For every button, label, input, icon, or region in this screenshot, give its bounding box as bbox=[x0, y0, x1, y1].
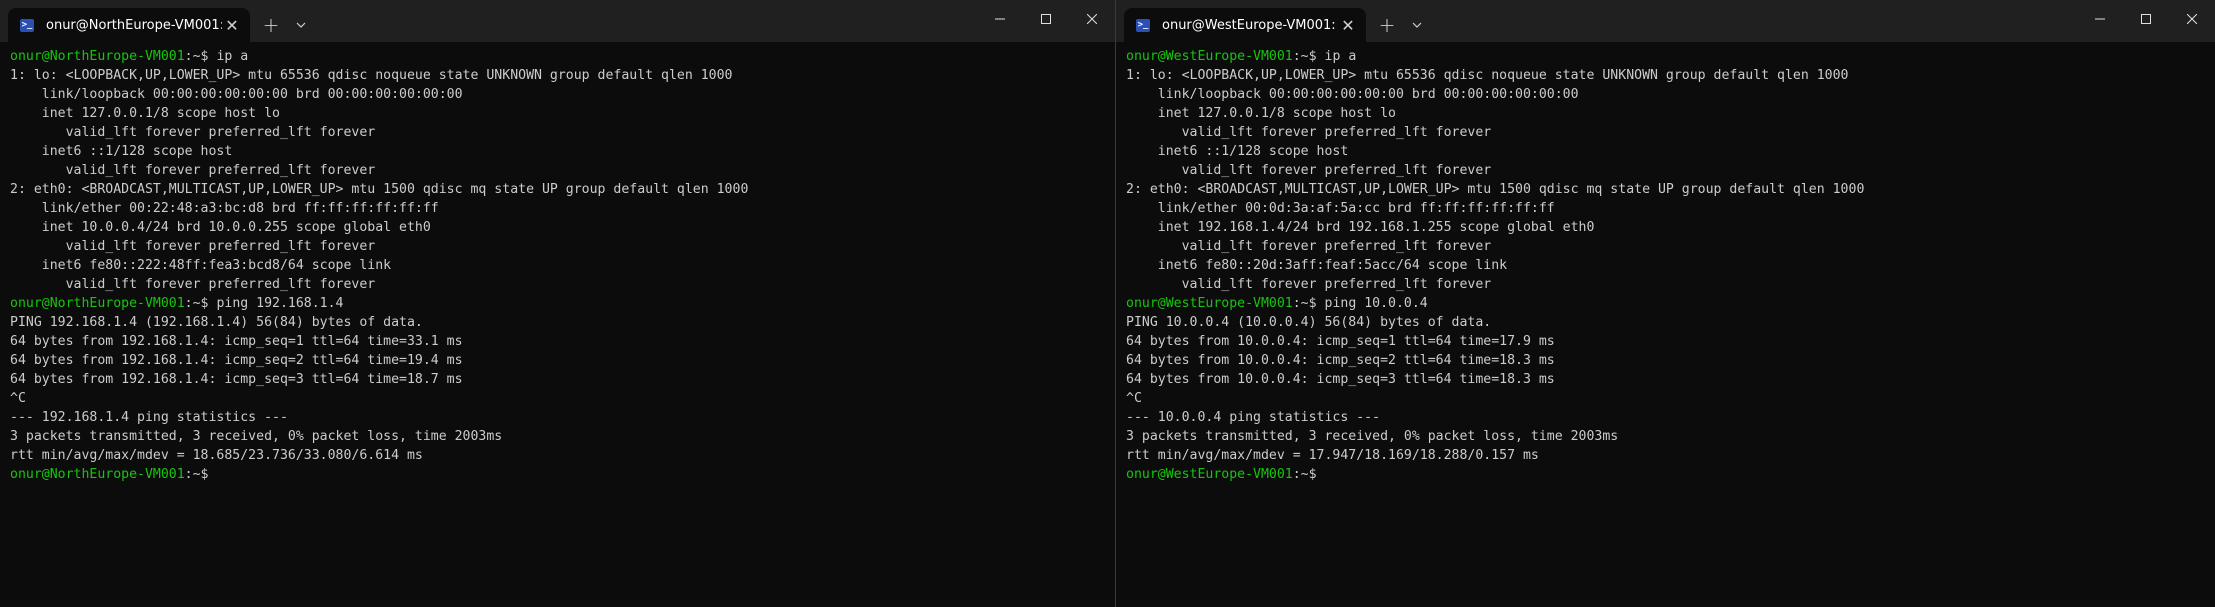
tab-title: onur@NorthEurope-VM001: ~ bbox=[46, 17, 222, 33]
output-line: 3 packets transmitted, 3 received, 0% pa… bbox=[10, 429, 503, 444]
output-line: valid_lft forever preferred_lft forever bbox=[10, 163, 376, 178]
output-line: valid_lft forever preferred_lft forever bbox=[10, 239, 376, 254]
output-line: ^C bbox=[10, 391, 26, 406]
terminal-window-north: >_ onur@NorthEurope-VM001: ~ ✕ + onur@No… bbox=[0, 0, 1116, 607]
output-line: PING 10.0.0.4 (10.0.0.4) 56(84) bytes of… bbox=[1126, 315, 1492, 330]
output-line: ^C bbox=[1126, 391, 1142, 406]
command-text: ping 192.168.1.4 bbox=[208, 296, 344, 311]
output-line: inet6 ::1/128 scope host bbox=[1126, 144, 1349, 159]
terminal-output[interactable]: onur@WestEurope-VM001:~$ ip a 1: lo: <LOO… bbox=[1116, 42, 2215, 607]
prompt-user-host: onur@NorthEurope-VM001 bbox=[10, 467, 185, 482]
prompt-user-host: onur@WestEurope-VM001 bbox=[1126, 49, 1293, 64]
prompt-user-host: onur@WestEurope-VM001 bbox=[1126, 296, 1293, 311]
title-bar: >_ onur@WestEurope-VM001: ~ ✕ + bbox=[1116, 0, 2215, 42]
output-line: 64 bytes from 10.0.0.4: icmp_seq=2 ttl=6… bbox=[1126, 353, 1555, 368]
output-line: --- 10.0.0.4 ping statistics --- bbox=[1126, 410, 1381, 425]
output-line: rtt min/avg/max/mdev = 18.685/23.736/33.… bbox=[10, 448, 423, 463]
output-line: valid_lft forever preferred_lft forever bbox=[1126, 277, 1492, 292]
output-line: 64 bytes from 192.168.1.4: icmp_seq=3 tt… bbox=[10, 372, 463, 387]
output-line: 1: lo: <LOOPBACK,UP,LOWER_UP> mtu 65536 … bbox=[1126, 68, 1849, 83]
prompt-line: onur@WestEurope-VM001:~$ ping 10.0.0.4 bbox=[1126, 294, 2215, 313]
output-line: link/ether 00:22:48:a3:bc:d8 brd ff:ff:f… bbox=[10, 201, 439, 216]
prompt-path: :~$ bbox=[184, 296, 209, 311]
prompt-line: onur@NorthEurope-VM001:~$ ip a bbox=[10, 47, 1115, 66]
output-line: PING 192.168.1.4 (192.168.1.4) 56(84) by… bbox=[10, 315, 423, 330]
output-line: valid_lft forever preferred_lft forever bbox=[10, 125, 376, 140]
output-line: 2: eth0: <BROADCAST,MULTICAST,UP,LOWER_U… bbox=[10, 182, 749, 197]
prompt-path: :~$ bbox=[184, 467, 209, 482]
output-line: inet 127.0.0.1/8 scope host lo bbox=[1126, 106, 1396, 121]
close-button[interactable] bbox=[2169, 0, 2215, 38]
prompt-user-host: onur@NorthEurope-VM001 bbox=[10, 49, 185, 64]
output-line: inet 127.0.0.1/8 scope host lo bbox=[10, 106, 280, 121]
terminal-output[interactable]: onur@NorthEurope-VM001:~$ ip a 1: lo: <LO… bbox=[0, 42, 1115, 607]
tab-close-button[interactable]: ✕ bbox=[1338, 16, 1358, 35]
output-line: link/loopback 00:00:00:00:00:00 brd 00:0… bbox=[10, 87, 463, 102]
powershell-icon: >_ bbox=[20, 18, 34, 32]
maximize-button[interactable] bbox=[2123, 0, 2169, 38]
output-line: --- 192.168.1.4 ping statistics --- bbox=[10, 410, 288, 425]
prompt-line: onur@WestEurope-VM001:~$ ip a bbox=[1126, 47, 2215, 66]
prompt-path: :~$ bbox=[1292, 296, 1317, 311]
command-text: ping 10.0.0.4 bbox=[1316, 296, 1428, 311]
minimize-button[interactable] bbox=[2077, 0, 2123, 38]
title-bar: >_ onur@NorthEurope-VM001: ~ ✕ + bbox=[0, 0, 1115, 42]
window-controls bbox=[2077, 0, 2215, 38]
minimize-button[interactable] bbox=[977, 0, 1023, 38]
output-line: 64 bytes from 192.168.1.4: icmp_seq=1 tt… bbox=[10, 334, 463, 349]
command-text: ip a bbox=[1316, 49, 1357, 64]
output-line: valid_lft forever preferred_lft forever bbox=[1126, 125, 1492, 140]
close-button[interactable] bbox=[1069, 0, 1115, 38]
output-line: inet6 fe80::20d:3aff:feaf:5acc/64 scope … bbox=[1126, 258, 1508, 273]
output-line: 64 bytes from 10.0.0.4: icmp_seq=1 ttl=6… bbox=[1126, 334, 1555, 349]
prompt-line: onur@NorthEurope-VM001:~$ bbox=[10, 465, 1115, 484]
output-line: valid_lft forever preferred_lft forever bbox=[10, 277, 376, 292]
output-line: inet6 ::1/128 scope host bbox=[10, 144, 233, 159]
prompt-path: :~$ bbox=[1292, 49, 1317, 64]
output-line: 1: lo: <LOOPBACK,UP,LOWER_UP> mtu 65536 … bbox=[10, 68, 733, 83]
output-line: inet 192.168.1.4/24 brd 192.168.1.255 sc… bbox=[1126, 220, 1595, 235]
output-line: link/ether 00:0d:3a:af:5a:cc brd ff:ff:f… bbox=[1126, 201, 1555, 216]
output-line: inet6 fe80::222:48ff:fea3:bcd8/64 scope … bbox=[10, 258, 392, 273]
prompt-user-host: onur@WestEurope-VM001 bbox=[1126, 467, 1293, 482]
terminal-tab[interactable]: >_ onur@WestEurope-VM001: ~ ✕ bbox=[1124, 8, 1366, 42]
command-text: ip a bbox=[208, 49, 249, 64]
prompt-user-host: onur@NorthEurope-VM001 bbox=[10, 296, 185, 311]
output-line: 3 packets transmitted, 3 received, 0% pa… bbox=[1126, 429, 1619, 444]
new-tab-button[interactable]: + bbox=[1370, 8, 1404, 42]
output-line: valid_lft forever preferred_lft forever bbox=[1126, 163, 1492, 178]
tab-close-button[interactable]: ✕ bbox=[222, 16, 242, 35]
output-line: rtt min/avg/max/mdev = 17.947/18.169/18.… bbox=[1126, 448, 1539, 463]
new-tab-button[interactable]: + bbox=[254, 8, 288, 42]
prompt-line: onur@NorthEurope-VM001:~$ ping 192.168.1… bbox=[10, 294, 1115, 313]
output-line: 64 bytes from 10.0.0.4: icmp_seq=3 ttl=6… bbox=[1126, 372, 1555, 387]
output-line: link/loopback 00:00:00:00:00:00 brd 00:0… bbox=[1126, 87, 1579, 102]
output-line: 64 bytes from 192.168.1.4: icmp_seq=2 tt… bbox=[10, 353, 463, 368]
chevron-down-icon[interactable] bbox=[288, 8, 314, 42]
terminal-window-west: >_ onur@WestEurope-VM001: ~ ✕ + onur@Wes… bbox=[1116, 0, 2215, 607]
window-controls bbox=[977, 0, 1115, 38]
maximize-button[interactable] bbox=[1023, 0, 1069, 38]
output-line: 2: eth0: <BROADCAST,MULTICAST,UP,LOWER_U… bbox=[1126, 182, 1865, 197]
powershell-icon: >_ bbox=[1136, 18, 1150, 32]
output-line: inet 10.0.0.4/24 brd 10.0.0.255 scope gl… bbox=[10, 220, 431, 235]
output-line: valid_lft forever preferred_lft forever bbox=[1126, 239, 1492, 254]
prompt-path: :~$ bbox=[1292, 467, 1317, 482]
terminal-tab[interactable]: >_ onur@NorthEurope-VM001: ~ ✕ bbox=[8, 8, 250, 42]
prompt-path: :~$ bbox=[184, 49, 209, 64]
chevron-down-icon[interactable] bbox=[1404, 8, 1430, 42]
prompt-line: onur@WestEurope-VM001:~$ bbox=[1126, 465, 2215, 484]
tab-title: onur@WestEurope-VM001: ~ bbox=[1162, 17, 1338, 33]
